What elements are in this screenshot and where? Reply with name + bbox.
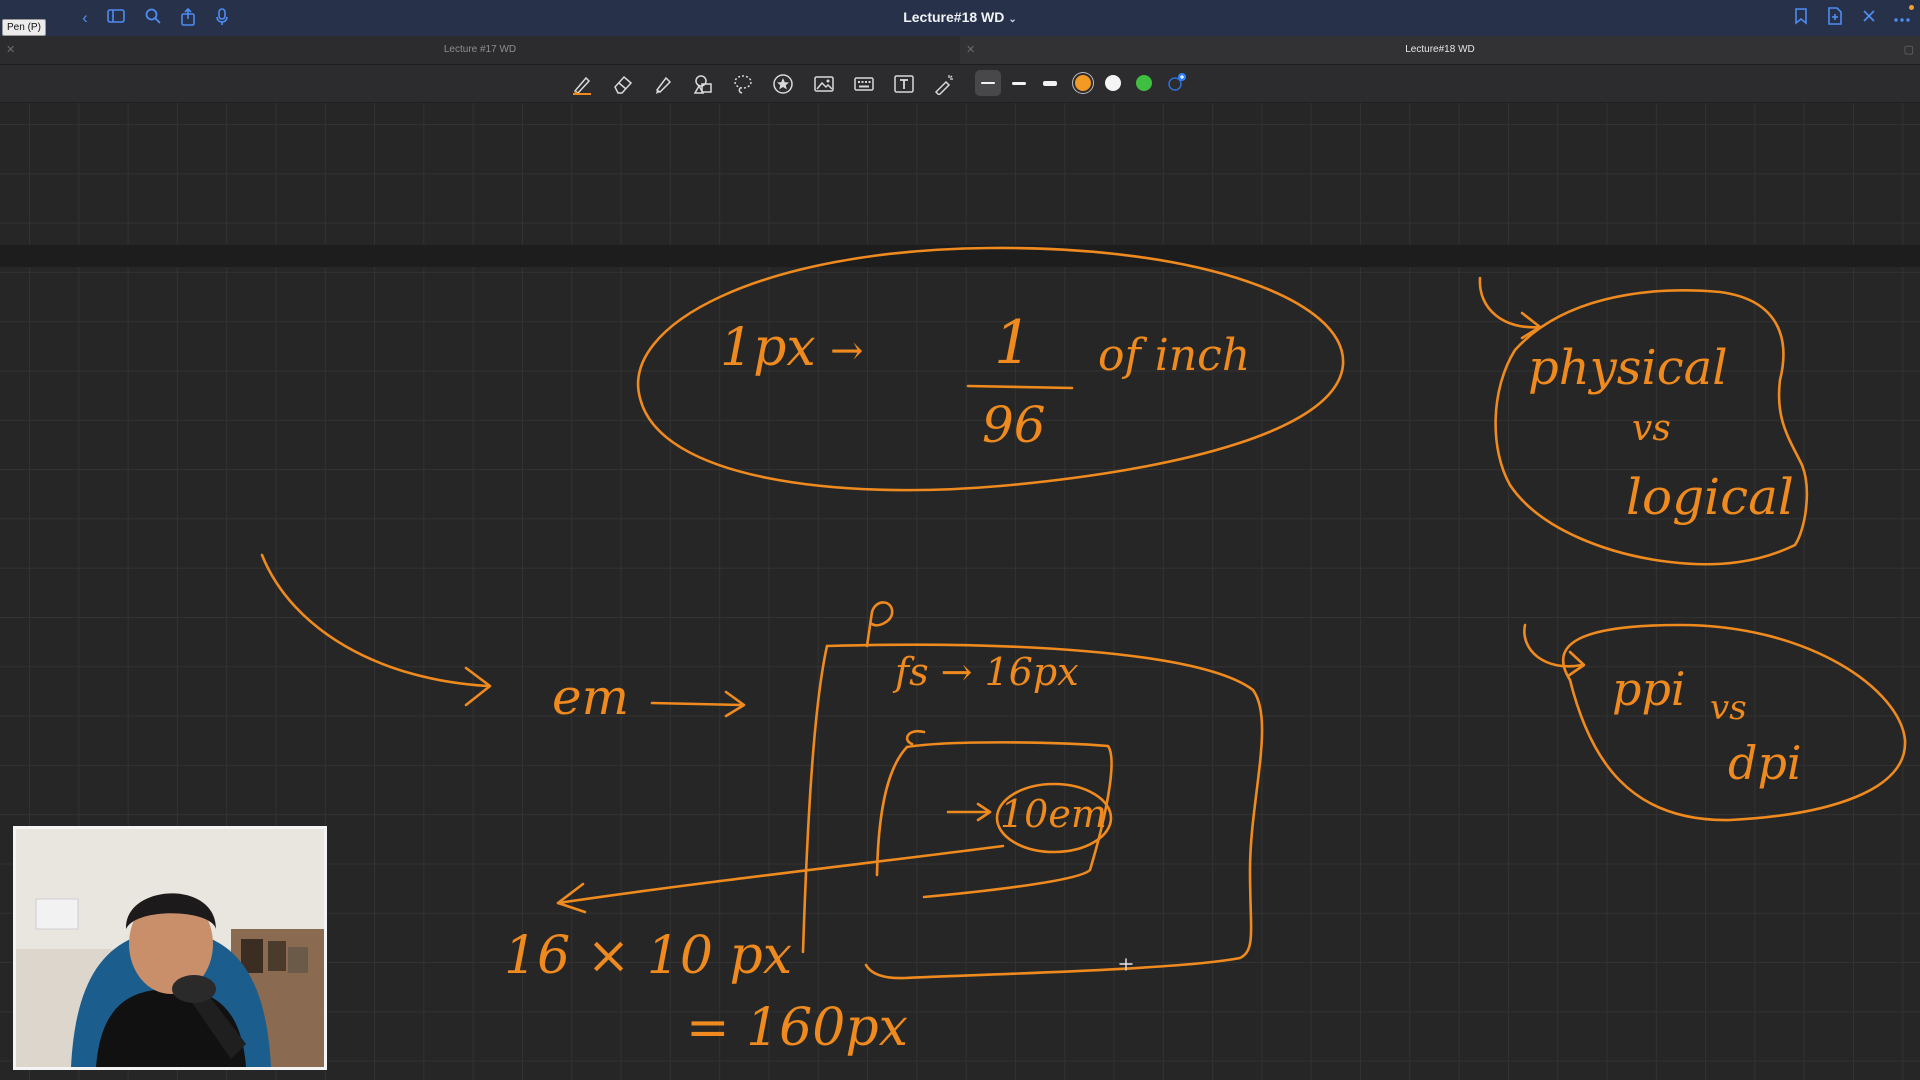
ink-arrow-to-em (260, 553, 490, 688)
ink-text-vs-2: vs (1710, 688, 1747, 728)
ink-c-mark (905, 729, 926, 746)
ink-text-10em: 10em (1000, 792, 1107, 836)
ink-text-logical: logical (1626, 468, 1794, 526)
ink-text-em: em (552, 668, 630, 726)
ink-text-arrow: → (830, 328, 864, 374)
ink-text-calc: 16 × 10 px (504, 926, 793, 986)
ink-arrowhead-calc (556, 882, 587, 914)
ink-outer-box-left (801, 644, 829, 954)
ink-text-physical: physical (1528, 340, 1728, 396)
ink-text-vs-1: vs (1632, 408, 1671, 449)
ink-text-dpi: dpi (1728, 736, 1802, 790)
ink-arrow-to-calc (556, 844, 1005, 905)
ink-arrow-ppi (1523, 623, 1584, 668)
ink-arrowhead-ppi (1566, 650, 1586, 678)
ink-inner-box-left (875, 745, 909, 877)
ink-text-numerator: 1 (994, 308, 1033, 378)
webcam-overlay (13, 826, 327, 1070)
ink-arrow-em-right (650, 701, 744, 707)
ink-fraction-bar (966, 384, 1074, 390)
ink-text-of-inch: of inch (1098, 330, 1251, 381)
ink-text-denominator: 96 (982, 396, 1046, 454)
ink-text-1px: 1px (720, 318, 816, 378)
presenter-video (16, 829, 324, 1067)
ink-text-result: = 160px (686, 998, 908, 1058)
ink-p-mark (865, 601, 894, 648)
ink-text-fs: fs → 16px (895, 650, 1079, 694)
ink-text-ppi: ppi (1612, 662, 1686, 716)
